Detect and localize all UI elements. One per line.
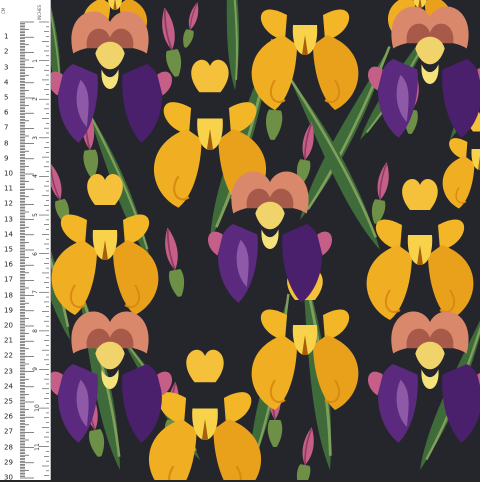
ruler-cm-label: 23 [4,367,13,376]
iris-pattern-artwork [0,0,480,480]
ruler-inch-label: 8 [31,328,39,333]
ruler-inch-label: 10 [33,404,41,412]
ruler-cm-label: 5 [4,93,9,102]
ruler-inch-label: 11 [33,442,41,451]
ruler-cm-label: 11 [4,184,13,193]
ruler-inch-label: 9 [31,367,39,372]
ruler-cm-label: 27 [4,427,13,436]
ruler-cm-label: 20 [4,321,13,330]
ruler-cm-label: 7 [4,123,9,132]
ruler-cm-label: 13 [4,215,13,224]
measurement-ruler: CM INCHES 1 2 3 4 5 6 7 8 9 10 11 12 13 14 15 16 17 18 19 2… [0,0,51,482]
ruler-cm-label: 24 [4,382,13,391]
ruler-cm-label: 26 [4,412,13,421]
ruler-cm-label: 4 [4,78,9,87]
ruler-inch-label: 6 [31,251,39,256]
ruler-cm-label: 29 [4,458,13,467]
ruler-cm-label: 10 [4,169,13,178]
ruler-cm-label: 21 [4,336,13,345]
ruler-cm-label: 12 [4,199,13,208]
ruler-cm-label: 6 [4,108,9,117]
ruler-cm-label: 2 [4,47,9,56]
ruler-inch-label: 7 [31,290,39,295]
ruler-cm-label: 16 [4,260,13,269]
ruler-cm-label: 30 [4,473,13,482]
ruler-cm-label: 9 [4,154,9,163]
ruler-cm-label: 15 [4,245,13,254]
ruler-inch-label: 2 [31,97,39,102]
ruler-cm-label: 28 [4,443,13,452]
ruler-cm-label: 22 [4,351,13,360]
ruler-cm-label: 19 [4,306,13,315]
ruler-inch-label: 1 [31,58,39,63]
ruler-cm-label: 18 [4,291,13,300]
ruler-cm-label: 17 [4,275,13,284]
ruler-cm-label: 3 [4,63,9,72]
ruler-cm-label: 25 [4,397,13,406]
ruler-inch-label: 5 [31,213,39,217]
ruler-inch-label: 4 [31,174,39,179]
ruler-unit-inches: INCHES [37,4,42,20]
ruler-inch-label: 3 [31,135,39,140]
ruler-cm-label: 8 [4,139,9,148]
ruler-ticks [20,21,49,479]
ruler-cm-label: 14 [4,230,13,239]
ruler-cm-label: 1 [4,32,9,41]
ruler-unit-cm: CM [1,7,6,14]
